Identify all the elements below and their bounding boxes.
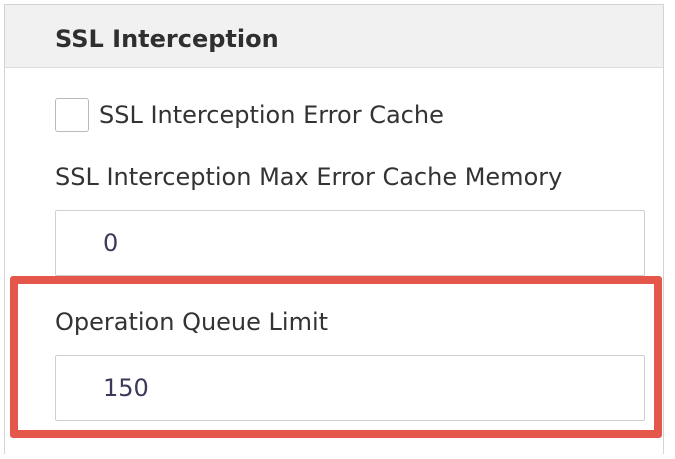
max-error-cache-memory-input[interactable] (55, 210, 645, 276)
error-cache-option[interactable]: SSL Interception Error Cache (55, 95, 444, 135)
operation-queue-limit-label: Operation Queue Limit (55, 308, 329, 336)
panel-title: SSL Interception (55, 25, 279, 53)
operation-queue-limit-input[interactable] (55, 355, 645, 421)
screenshot-frame: SSL Interception SSL Interception Error … (0, 0, 675, 459)
ssl-interception-panel: SSL Interception SSL Interception Error … (4, 4, 664, 454)
error-cache-checkbox[interactable] (55, 98, 89, 132)
max-error-cache-memory-label: SSL Interception Max Error Cache Memory (55, 163, 563, 191)
panel-header: SSL Interception (5, 5, 663, 68)
error-cache-label: SSL Interception Error Cache (99, 101, 444, 129)
